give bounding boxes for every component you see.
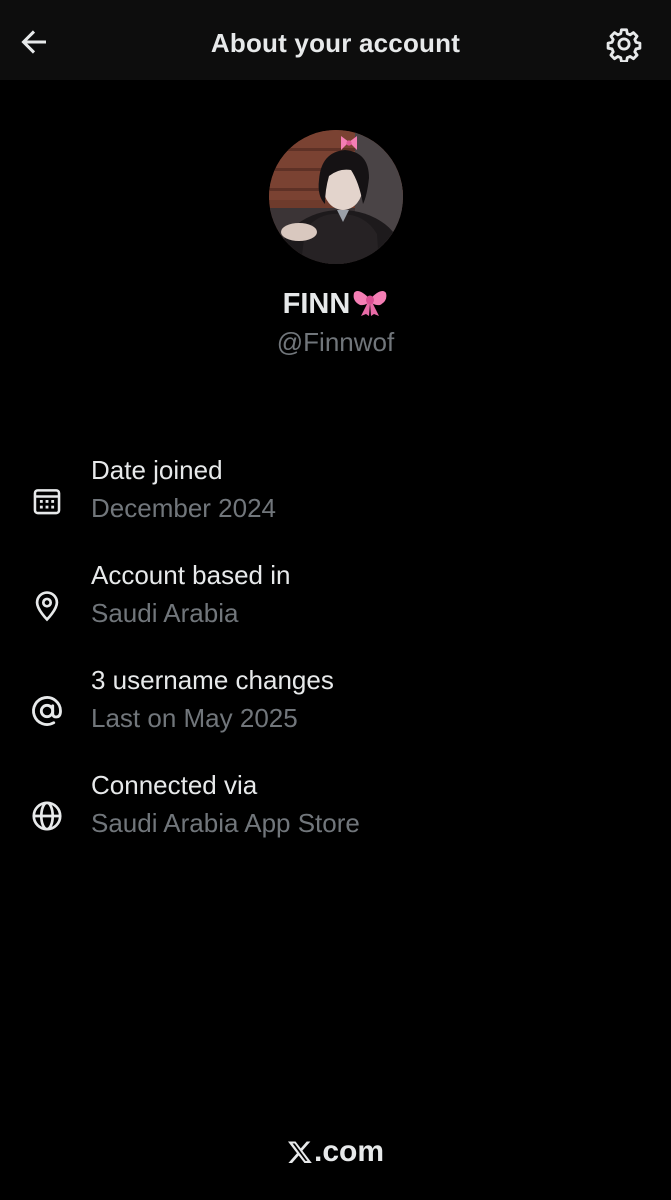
- username-changes-value: Last on May 2025: [91, 703, 298, 733]
- account-based-in-value: Saudi Arabia: [91, 598, 239, 628]
- account-based-in-label: Account based in: [91, 560, 291, 590]
- username-changes-row: 3 username changes Last on May 2025: [0, 665, 671, 745]
- x-logo-icon: [287, 1139, 313, 1173]
- calendar-icon: [27, 481, 67, 521]
- page-title: About your account: [210, 28, 461, 58]
- display-name-text: FINN: [282, 288, 351, 320]
- profile-photo: [269, 130, 403, 264]
- avatar[interactable]: [269, 130, 403, 264]
- ribbon-bow-emoji: [352, 285, 388, 325]
- gear-icon: [606, 28, 642, 62]
- display-name: FINN: [0, 285, 671, 325]
- location-pin-icon: [27, 586, 67, 626]
- top-bar: About your account: [0, 0, 671, 80]
- footer-domain-text: .com: [313, 1135, 385, 1168]
- globe-icon: [27, 796, 67, 836]
- footer-brand: .com: [0, 1135, 671, 1173]
- user-handle: @Finnwof: [276, 327, 395, 357]
- date-joined-row: Date joined December 2024: [0, 455, 671, 535]
- connected-via-value: Saudi Arabia App Store: [91, 808, 360, 838]
- about-account-screen: About your account FINN @Finnwof Date jo…: [0, 0, 671, 1200]
- at-sign-icon: [27, 691, 67, 731]
- connected-via-label: Connected via: [91, 770, 258, 800]
- settings-button[interactable]: [604, 24, 644, 64]
- date-joined-value: December 2024: [91, 493, 276, 523]
- connected-via-row: Connected via Saudi Arabia App Store: [0, 770, 671, 850]
- account-based-in-row: Account based in Saudi Arabia: [0, 560, 671, 640]
- date-joined-label: Date joined: [91, 455, 223, 485]
- username-changes-label: 3 username changes: [91, 665, 334, 695]
